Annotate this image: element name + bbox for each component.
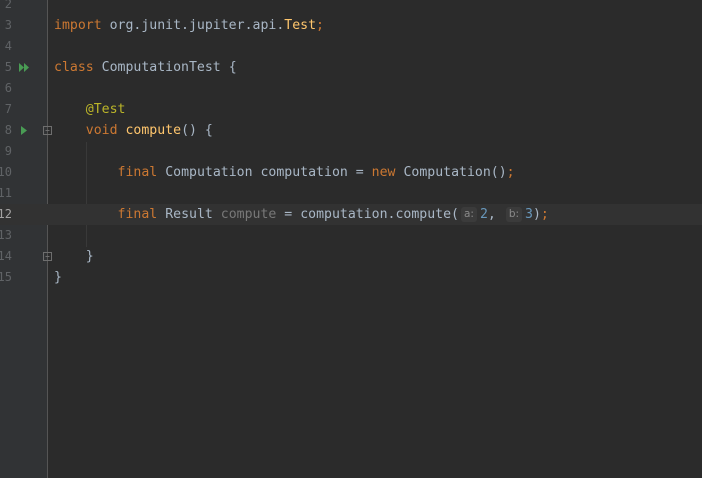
semicolon: ; <box>506 165 515 180</box>
code-line-14[interactable]: 14 } <box>0 246 702 267</box>
line-number: 4 <box>4 39 12 53</box>
parameter-hint-a: a: <box>460 207 477 222</box>
line-number: 15 <box>0 270 12 284</box>
line-number: 11 <box>0 186 12 200</box>
line-number: 13 <box>0 228 12 242</box>
parameter-hint-b: b: <box>505 207 523 222</box>
import-class: Test <box>284 18 317 33</box>
final-keyword: final <box>117 165 158 180</box>
semicolon: ; <box>540 207 549 222</box>
code-line-5[interactable]: 5 class ComputationTest { <box>0 57 702 78</box>
run-test-icon[interactable] <box>18 120 32 141</box>
constructor-call: Computation() <box>403 165 507 180</box>
line-number: 6 <box>4 81 12 95</box>
close-paren: ) <box>532 207 541 222</box>
line-number: 7 <box>4 102 12 116</box>
line-number: 12 <box>0 207 12 221</box>
code-line-13[interactable]: 13 <box>0 225 702 246</box>
close-brace: } <box>54 270 62 285</box>
line-number: 2 <box>4 0 12 11</box>
code-line-11[interactable]: 11 <box>0 183 702 204</box>
code-line-7[interactable]: 7 @Test <box>0 99 702 120</box>
argument-a: 2 <box>479 207 488 222</box>
class-name: ComputationTest <box>101 60 221 75</box>
close-brace: } <box>85 249 94 264</box>
code-line-8[interactable]: 8 void compute() { <box>0 120 702 141</box>
fold-end-icon[interactable] <box>42 246 54 267</box>
method-signature-rest: () { <box>181 123 213 138</box>
code-line-4[interactable]: 4 <box>0 36 702 57</box>
void-keyword: void <box>85 123 118 138</box>
import-keyword: import <box>54 18 102 33</box>
line-number: 14 <box>0 249 12 263</box>
argument-b: 3 <box>525 207 533 222</box>
code-line-6[interactable]: 6 <box>0 78 702 99</box>
code-line-12-current[interactable]: 12 final Result compute = computation.co… <box>0 204 702 225</box>
import-package: org.junit.jupiter.api. <box>109 18 285 33</box>
assignment: = <box>276 207 301 222</box>
semicolon: ; <box>316 18 324 33</box>
run-all-tests-icon[interactable] <box>18 57 32 78</box>
type-name: Result <box>165 207 213 222</box>
class-keyword: class <box>54 60 94 75</box>
code-line-2[interactable]: 2 <box>0 0 702 15</box>
open-brace: { <box>220 60 237 75</box>
code-line-15[interactable]: 15 } <box>0 267 702 288</box>
code-line-10[interactable]: 10 final Computation computation = new C… <box>0 162 702 183</box>
line-number: 8 <box>4 123 12 137</box>
unused-variable-name: compute <box>220 207 277 222</box>
assignment: = <box>347 165 372 180</box>
code-line-9[interactable]: 9 <box>0 141 702 162</box>
line-number: 5 <box>4 60 12 74</box>
variable-name: computation <box>260 165 348 180</box>
line-number: 10 <box>0 165 12 179</box>
line-number: 9 <box>4 144 12 158</box>
comma: , <box>487 207 504 222</box>
type-name: Computation <box>165 165 253 180</box>
fold-method-icon[interactable] <box>42 120 54 141</box>
test-annotation: @Test <box>85 102 126 117</box>
method-name: compute <box>125 123 182 138</box>
method-call: computation.compute( <box>300 207 459 222</box>
code-line-3[interactable]: 3 import org.junit.jupiter.api.Test; <box>0 15 702 36</box>
code-editor[interactable]: 2 3 import org.junit.jupiter.api.Test; 4… <box>0 0 702 478</box>
final-keyword: final <box>117 207 158 222</box>
line-number: 3 <box>4 18 12 32</box>
new-keyword: new <box>371 165 396 180</box>
